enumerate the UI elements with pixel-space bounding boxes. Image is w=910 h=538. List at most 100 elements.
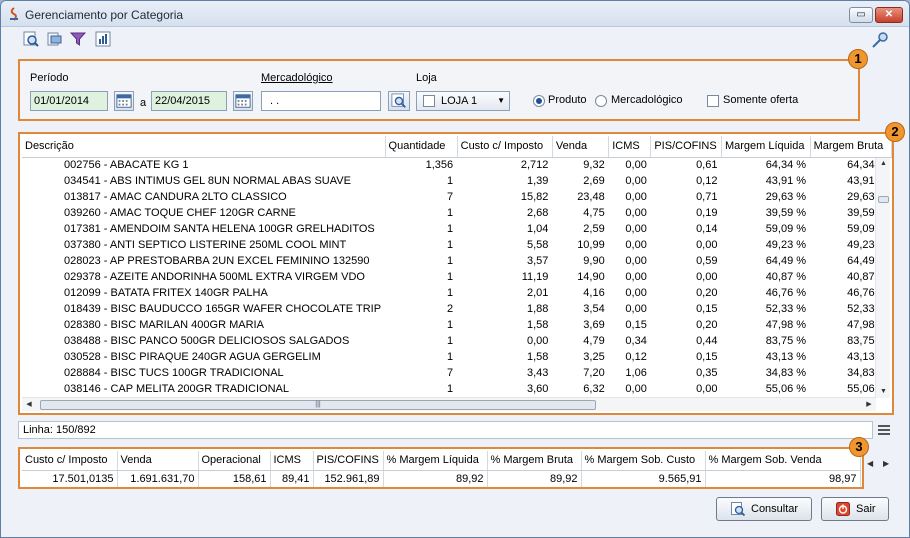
cell-value: 1: [447, 335, 454, 347]
col-pis-cofins[interactable]: PIS/COFINS: [650, 136, 722, 158]
table-row[interactable]: 039260 - AMAC TOQUE CHEF 120GR CARNE 1 2,6…: [22, 205, 892, 221]
totals-value: 158,61: [198, 470, 271, 487]
cell-value: 10,99: [577, 239, 605, 251]
mercadologico-search-button[interactable]: [388, 91, 410, 111]
key-icon[interactable]: [871, 31, 889, 49]
totals-panel: Custo c/ Imposto Venda Operacional ICMS PIS/…: [18, 447, 864, 489]
restore-button[interactable]: ▭: [849, 7, 873, 23]
calendar-to-button[interactable]: [233, 91, 253, 111]
table-row[interactable]: 018439 - BISC BAUDUCCO 165GR WAFER CHOCO…: [22, 301, 892, 317]
table-row[interactable]: 037380 - ANTI SEPTICO LISTERINE 250ML CO…: [22, 237, 892, 253]
cell-descricao: 028023 - AP PRESTOBARBA 2UN EXCEL FEMINI…: [64, 255, 370, 267]
radio-produto-label[interactable]: Produto: [548, 94, 587, 106]
search-mercadologico-icon: [391, 93, 406, 108]
table-row[interactable]: 038146 - CAP MELITA 200GR TRADICIONAL 1 3,…: [22, 381, 892, 397]
report-icon[interactable]: [46, 31, 62, 47]
table-row[interactable]: 002756 - ABACATE KG 1 1,356 2,712 9,32 0,00 0…: [22, 157, 892, 173]
row-status: Linha: 150/892: [18, 421, 873, 439]
totals-scroll-left-icon[interactable]: ◀: [867, 459, 873, 468]
cell-value: 0,00: [625, 207, 647, 219]
col-margem-bruta[interactable]: Margem Bruta: [810, 136, 892, 158]
dropdown-arrow-icon: ▼: [497, 96, 505, 105]
table-row[interactable]: 028884 - BISC TUCS 100GR TRADICIONAL 7 3,4…: [22, 365, 892, 381]
cell-value: 15,82: [520, 191, 549, 203]
col-venda[interactable]: Venda: [552, 136, 610, 158]
cell-value: 40,87 %: [765, 271, 807, 283]
grid-body: 002756 - ABACATE KG 1 1,356 2,712 9,32 0,00 0…: [22, 157, 892, 397]
consultar-button[interactable]: Consultar: [716, 497, 812, 521]
col-margem-liquida[interactable]: Margem Líquida: [721, 136, 811, 158]
scroll-up-icon[interactable]: ▲: [876, 158, 891, 170]
radio-mercadologico-label[interactable]: Mercadológico: [611, 94, 683, 106]
menu-lines-icon[interactable]: [877, 423, 891, 437]
table-row[interactable]: 012099 - BATATA FRITEX 140GR PALHA 1 2,01 4…: [22, 285, 892, 301]
cell-value: 1,39: [526, 175, 549, 187]
cell-descricao: 030528 - BISC PIRAQUE 240GR AGUA GERGELI…: [64, 351, 321, 363]
col-icms[interactable]: ICMS: [608, 136, 652, 158]
horizontal-scrollbar[interactable]: ◀ ||| ▶: [22, 397, 876, 411]
cell-value: 0,00: [696, 271, 718, 283]
cell-value: 1,88: [526, 303, 549, 315]
cell-value: 1: [447, 287, 454, 299]
radio-produto[interactable]: [533, 95, 545, 107]
table-row[interactable]: 013817 - AMAC CANDURA 2LTO CLASSICO 7 15,8…: [22, 189, 892, 205]
radio-mercadologico[interactable]: [595, 95, 607, 107]
loja-checkbox[interactable]: [423, 95, 435, 107]
cell-value: 1,58: [526, 319, 549, 331]
chart-icon[interactable]: [95, 31, 111, 47]
cell-value: 0,12: [625, 351, 647, 363]
cell-value: 1: [447, 239, 454, 251]
table-row[interactable]: 029378 - AZEITE ANDORINHA 500ML EXTRA VI…: [22, 269, 892, 285]
search-icon[interactable]: [23, 31, 39, 47]
col-custo[interactable]: Custo c/ Imposto: [457, 136, 553, 158]
mercadologico-field[interactable]: . .: [261, 91, 381, 111]
table-row[interactable]: 034541 - ABS INTIMUS GEL 8UN NORMAL ABAS…: [22, 173, 892, 189]
cell-value: 43,13 %: [765, 351, 807, 363]
table-row[interactable]: 028380 - BISC MARILAN 400GR MARIA 1 1,58 3,…: [22, 317, 892, 333]
badge-3: 3: [849, 437, 869, 457]
cell-value: 0,61: [696, 159, 718, 172]
cell-descricao: 013817 - AMAC CANDURA 2LTO CLASSICO: [64, 191, 287, 203]
cell-value: 83,75 %: [765, 335, 807, 347]
date-to-field[interactable]: 22/04/2015: [151, 91, 227, 111]
somente-oferta-label[interactable]: Somente oferta: [723, 94, 798, 106]
table-row[interactable]: 017381 - AMENDOIM SANTA HELENA 100GR GRE…: [22, 221, 892, 237]
close-window-button[interactable]: ✕: [875, 7, 903, 23]
date-from-field[interactable]: 01/01/2014: [30, 91, 108, 111]
col-quantidade[interactable]: Quantidade: [385, 136, 458, 158]
table-row[interactable]: 030528 - BISC PIRAQUE 240GR AGUA GERGELI…: [22, 349, 892, 365]
cell-value: 1,58: [526, 351, 549, 363]
vertical-scrollbar[interactable]: ▲ ▼: [875, 158, 890, 398]
cell-value: 3,54: [583, 303, 605, 315]
scroll-right-icon[interactable]: ▶: [862, 398, 876, 412]
cell-value: 0,00: [625, 303, 647, 315]
cell-descricao: 028884 - BISC TUCS 100GR TRADICIONAL: [64, 367, 284, 379]
cell-value: 34,83 %: [765, 367, 807, 379]
table-row[interactable]: 038488 - BISC PANCO 500GR DELICIOSOS SAL…: [22, 333, 892, 349]
calendar-from-button[interactable]: [114, 91, 134, 111]
cell-value: 2,712: [520, 159, 549, 172]
cell-value: 0,00: [625, 255, 647, 267]
cell-value: 23,48: [577, 191, 605, 203]
scroll-down-icon[interactable]: ▼: [876, 386, 891, 398]
scroll-left-icon[interactable]: ◀: [22, 398, 36, 412]
totals-value: 17.501,0135: [22, 470, 118, 487]
cell-value: 0,59: [696, 255, 718, 267]
sair-icon: [836, 502, 850, 516]
sair-button[interactable]: Sair: [821, 497, 889, 521]
vertical-scroll-thumb[interactable]: [878, 196, 889, 203]
cell-value: 0,15: [696, 351, 718, 363]
col-descricao[interactable]: Descrição: [22, 136, 386, 158]
somente-oferta-checkbox[interactable]: [707, 95, 719, 107]
table-row[interactable]: 028023 - AP PRESTOBARBA 2UN EXCEL FEMINI…: [22, 253, 892, 269]
horizontal-scroll-thumb[interactable]: |||: [40, 400, 596, 410]
cell-value: 0,00: [625, 223, 647, 235]
loja-select[interactable]: LOJA 1 ▼: [416, 91, 510, 111]
totals-scroll-right-icon[interactable]: ▶: [883, 459, 889, 468]
cell-value: 3,57: [526, 255, 549, 267]
cell-value: 43,91 %: [765, 175, 807, 187]
mercadologico-label[interactable]: Mercadológico: [261, 72, 333, 84]
cell-value: 0,00: [625, 271, 647, 283]
totals-column-header: % Margem Sob. Custo: [581, 451, 706, 471]
filter-icon[interactable]: [70, 31, 86, 47]
